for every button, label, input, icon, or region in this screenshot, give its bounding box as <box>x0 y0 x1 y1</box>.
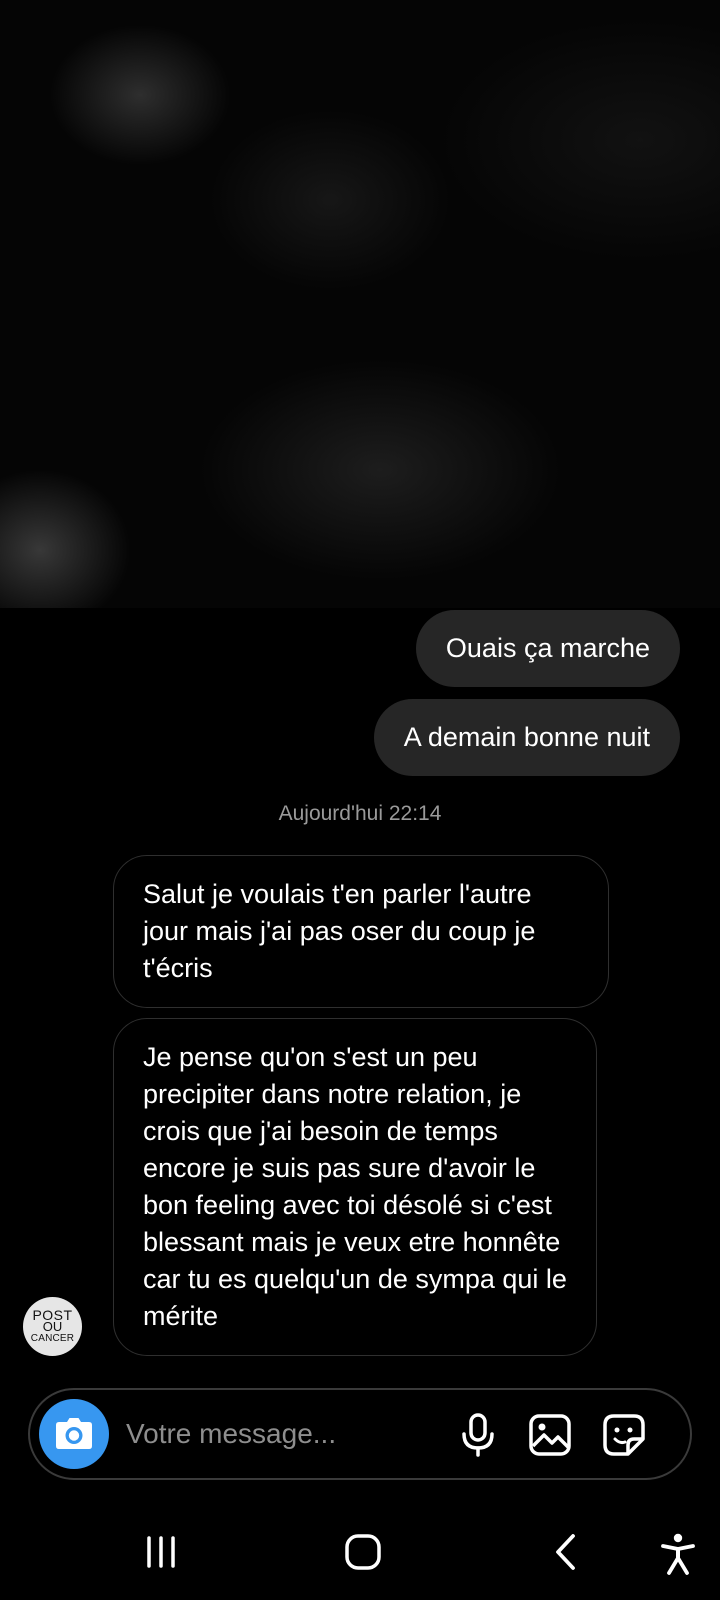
recent-apps-button[interactable] <box>136 1532 186 1572</box>
message-timestamp: Aujourd'hui 22:14 <box>278 802 442 825</box>
back-icon <box>556 1534 575 1570</box>
microphone-icon <box>462 1413 494 1457</box>
home-button[interactable] <box>338 1530 388 1574</box>
camera-icon <box>56 1418 92 1449</box>
gallery-button[interactable] <box>526 1411 574 1459</box>
message-text: Ouais ça marche <box>445 633 650 663</box>
gallery-icon <box>529 1414 571 1456</box>
message-text: Je pense qu'on s'est un peu precipiter d… <box>143 1042 567 1331</box>
blurred-media <box>0 0 720 608</box>
sent-message-bubble[interactable]: Ouais ça marche <box>415 610 680 687</box>
sticker-button[interactable] <box>600 1411 648 1459</box>
accessibility-icon <box>661 1533 695 1575</box>
message-input[interactable] <box>126 1410 446 1458</box>
home-icon <box>345 1534 381 1570</box>
message-text: A demain bonne nuit <box>403 722 650 752</box>
received-message-bubble[interactable]: Salut je voulais t'en parler l'autre jou… <box>113 855 609 1008</box>
system-navigation-bar <box>0 1510 720 1600</box>
avatar-text: OU <box>42 1318 63 1334</box>
received-message-bubble[interactable]: Je pense qu'on s'est un peu precipiter d… <box>113 1018 597 1356</box>
message-composer <box>28 1388 692 1480</box>
microphone-button[interactable] <box>454 1411 502 1459</box>
camera-button[interactable] <box>39 1399 109 1469</box>
avatar-text: CANCER <box>30 1332 75 1344</box>
sticker-icon <box>603 1414 645 1456</box>
recent-apps-icon <box>147 1536 175 1568</box>
back-button[interactable] <box>548 1530 582 1574</box>
sent-message-bubble[interactable]: A demain bonne nuit <box>373 699 680 776</box>
message-text: Salut je voulais t'en parler l'autre jou… <box>143 879 536 983</box>
accessibility-button[interactable] <box>656 1530 700 1578</box>
sender-avatar[interactable]: POST OU CANCER <box>23 1297 82 1356</box>
